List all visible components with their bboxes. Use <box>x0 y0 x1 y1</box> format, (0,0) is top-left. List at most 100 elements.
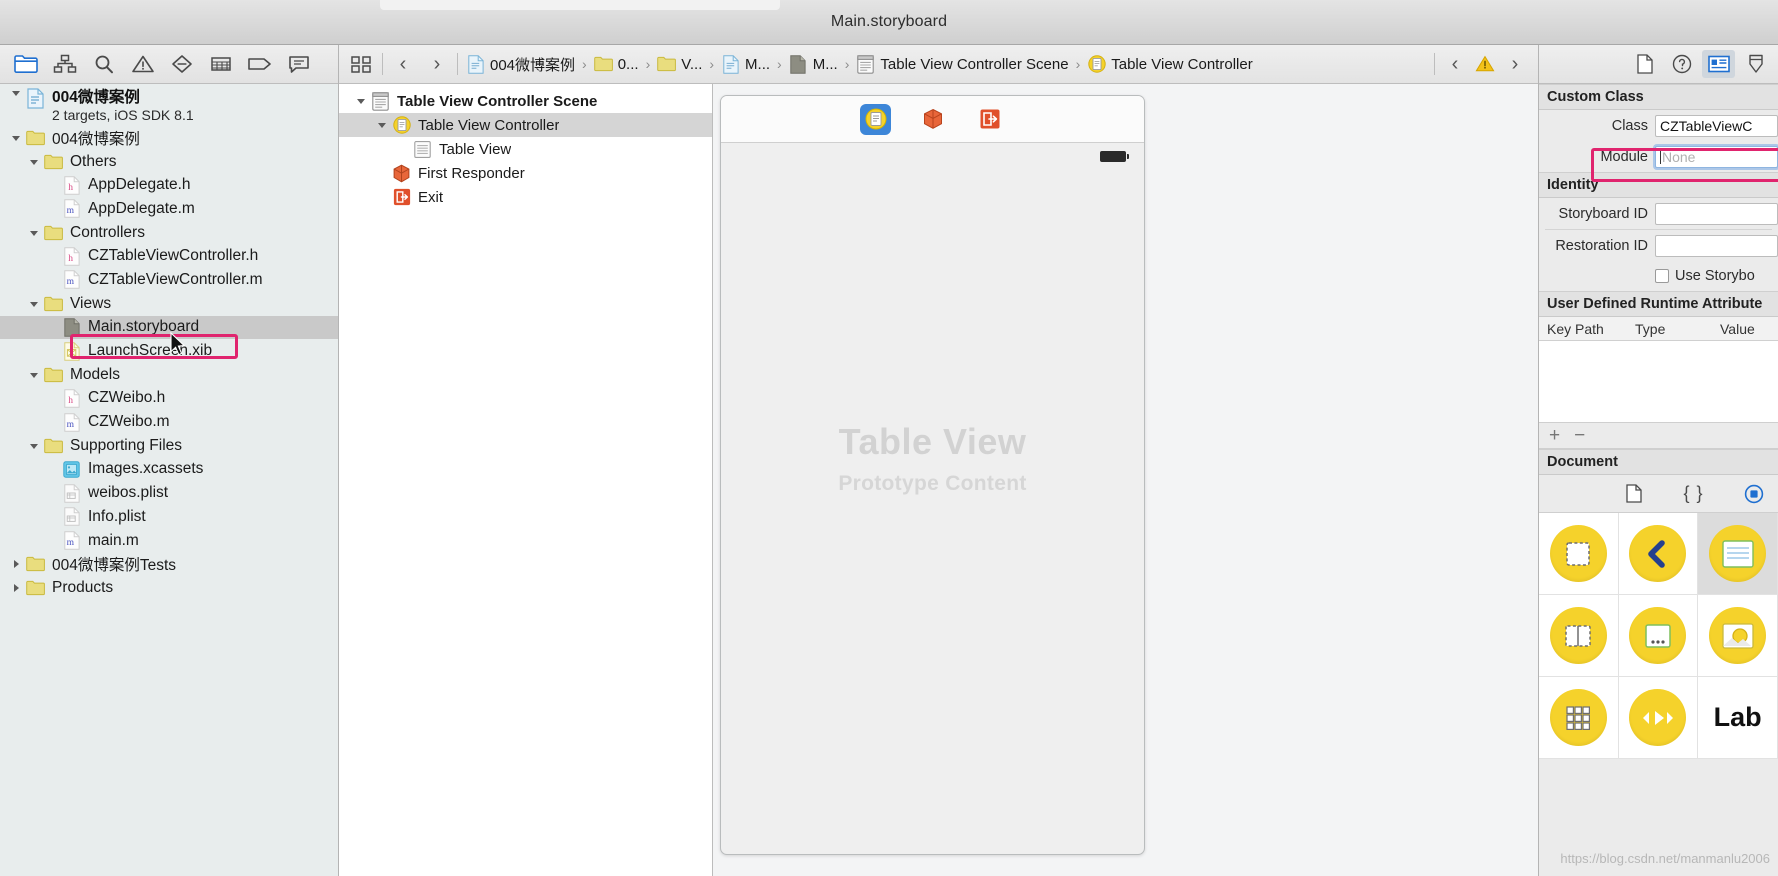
breadcrumb-item[interactable]: V... <box>657 55 702 74</box>
navigator-row[interactable]: Others <box>0 150 338 174</box>
breadcrumb-item[interactable]: Table View Controller Scene <box>856 54 1069 74</box>
module-input[interactable]: None <box>1655 145 1778 168</box>
runtime-attributes-table[interactable] <box>1539 341 1778 423</box>
svg-text:h: h <box>68 183 73 193</box>
first-responder-icon[interactable] <box>917 104 948 135</box>
outline-row-label: Table View Controller Scene <box>397 92 598 110</box>
previous-issue-button[interactable]: ‹ <box>1438 47 1472 81</box>
disclosure-triangle-open[interactable] <box>26 299 42 309</box>
breadcrumb-item[interactable]: 0... <box>593 55 639 74</box>
navigator-row-label: 004微博案例 <box>52 130 140 148</box>
outline-row[interactable]: Table View Controller <box>339 113 712 137</box>
storyboard-id-input[interactable] <box>1655 202 1778 225</box>
add-attribute-button[interactable]: + <box>1549 425 1560 447</box>
disclosure-triangle-open[interactable] <box>374 120 390 130</box>
navigator-row[interactable]: h AppDelegate.h <box>0 173 338 197</box>
page-view-controller-object[interactable] <box>1618 595 1699 677</box>
restoration-id-input[interactable] <box>1655 234 1778 257</box>
navigator-row[interactable]: 004微博案例Tests <box>0 552 338 576</box>
navigator-row-label: Controllers <box>70 223 145 241</box>
next-issue-button[interactable]: › <box>1498 47 1532 81</box>
use-storyboard-checkbox[interactable] <box>1655 269 1669 283</box>
collection-view-controller-object[interactable] <box>1539 677 1619 759</box>
code-snippet-library-icon[interactable]: { } <box>1679 481 1709 507</box>
view-controller-icon <box>391 116 412 134</box>
navigator-row[interactable]: 004微博案例 <box>0 126 338 150</box>
folder-icon[interactable] <box>6 47 45 81</box>
view-controller-object[interactable] <box>1539 513 1619 595</box>
quick-help-icon[interactable] <box>1665 50 1698 78</box>
hierarchy-icon[interactable] <box>45 47 84 81</box>
navigator-row[interactable]: Controllers <box>0 221 338 245</box>
breadcrumb-item[interactable]: Table View Controller <box>1087 55 1253 74</box>
document-outline[interactable]: Table View Controller Scene Table View Co… <box>339 84 713 876</box>
navigator-row[interactable]: m CZWeibo.m <box>0 410 338 434</box>
disclosure-triangle-open[interactable] <box>26 228 42 238</box>
navigator-row[interactable]: weibos.plist <box>0 481 338 505</box>
disclosure-triangle-open[interactable] <box>26 441 42 451</box>
outline-row[interactable]: Exit <box>339 185 712 209</box>
navigator-row[interactable]: Images.xcassets <box>0 458 338 482</box>
file-inspector-icon[interactable] <box>1628 50 1661 78</box>
attributes-inspector-icon[interactable] <box>1739 50 1772 78</box>
storyboard-canvas[interactable]: Table View Prototype Content <box>713 84 1538 876</box>
navigation-controller-object[interactable] <box>1618 513 1699 595</box>
breadcrumb-item[interactable]: 004微博案例 <box>466 54 575 75</box>
navigator-row[interactable]: LaunchScreen.xib <box>0 339 338 363</box>
warning-triangle-icon[interactable] <box>1472 55 1498 73</box>
use-storyboard-id-row[interactable]: Use Storybo <box>1539 261 1778 291</box>
navigator-project-root[interactable]: 004微博案例 2 targets, iOS SDK 8.1 <box>0 88 338 126</box>
object-library-grid[interactable]: Lab <box>1539 513 1778 759</box>
file-template-library-icon[interactable] <box>1619 481 1649 507</box>
avplayer-view-controller-object[interactable] <box>1618 677 1699 759</box>
navigator-row[interactable]: Info.plist <box>0 505 338 529</box>
breadcrumb[interactable]: 004微博案例 › 0... › V... › M... › M... › Table View C… <box>461 54 1431 75</box>
project-navigator-tree[interactable]: 004微博案例 2 targets, iOS SDK 8.1 004微博案例 Ot… <box>0 84 338 876</box>
breadcrumb-item[interactable]: M... <box>789 54 838 74</box>
disclosure-triangle-open[interactable] <box>26 370 42 380</box>
disclosure-triangle-closed[interactable] <box>8 583 24 593</box>
remove-attribute-button[interactable]: − <box>1574 425 1585 447</box>
navigator-row[interactable]: h CZTableViewController.h <box>0 244 338 268</box>
table-view-controller-object[interactable] <box>1698 513 1778 595</box>
breakpoint-tag-icon[interactable] <box>240 47 279 81</box>
warning-triangle-icon[interactable] <box>123 47 162 81</box>
navigator-row[interactable]: m CZTableViewController.m <box>0 268 338 292</box>
navigator-row[interactable]: m main.m <box>0 529 338 553</box>
identity-inspector-icon[interactable] <box>1702 50 1735 78</box>
disclosure-triangle-open[interactable] <box>8 133 24 143</box>
navigator-row[interactable]: Supporting Files <box>0 434 338 458</box>
search-icon[interactable] <box>84 47 123 81</box>
navigator-row[interactable]: Main.storyboard <box>0 315 338 340</box>
test-diamond-icon[interactable] <box>162 47 201 81</box>
outline-row[interactable]: First Responder <box>339 161 712 185</box>
navigator-row[interactable]: m AppDelegate.m <box>0 197 338 221</box>
report-log-icon[interactable] <box>279 47 318 81</box>
disclosure-triangle-open[interactable] <box>353 96 369 106</box>
split-view-controller-object[interactable] <box>1539 595 1619 677</box>
image-view-object[interactable] <box>1698 595 1778 677</box>
forward-button[interactable]: › <box>420 47 454 81</box>
back-button[interactable]: ‹ <box>386 47 420 81</box>
navigator-row[interactable]: Products <box>0 576 338 600</box>
navigator-row[interactable]: Views <box>0 292 338 316</box>
breadcrumb-item[interactable]: M... <box>721 54 770 74</box>
plist-icon <box>61 507 82 527</box>
debug-grid-icon[interactable] <box>201 47 240 81</box>
label-object[interactable]: Lab <box>1698 677 1778 759</box>
class-input[interactable]: CZTableViewC <box>1655 114 1778 137</box>
view-controller-icon[interactable] <box>860 103 891 135</box>
outline-row[interactable]: Table View <box>339 137 712 161</box>
navigator-toolbar <box>0 45 338 84</box>
navigator-row[interactable]: h CZWeibo.h <box>0 387 338 411</box>
first-responder-icon <box>391 164 412 183</box>
related-items-icon[interactable] <box>343 47 379 81</box>
disclosure-triangle-open[interactable] <box>8 88 24 98</box>
object-library-icon[interactable] <box>1739 481 1769 507</box>
disclosure-triangle-closed[interactable] <box>8 559 24 569</box>
table-view-controller-scene[interactable]: Table View Prototype Content <box>720 95 1145 855</box>
disclosure-triangle-open[interactable] <box>26 157 42 167</box>
outline-row[interactable]: Table View Controller Scene <box>339 89 712 113</box>
navigator-row[interactable]: Models <box>0 363 338 387</box>
exit-icon[interactable] <box>974 104 1005 135</box>
